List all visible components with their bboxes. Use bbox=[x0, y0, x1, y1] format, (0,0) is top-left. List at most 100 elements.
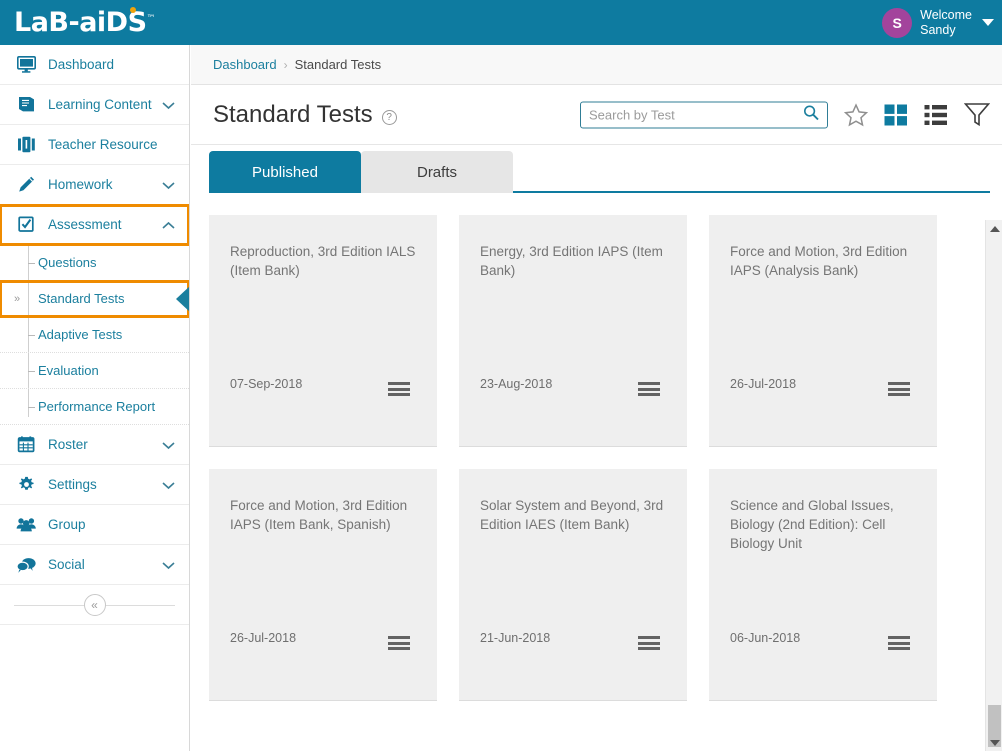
page-title: Standard Tests bbox=[213, 101, 373, 129]
test-card-date: 26-Jul-2018 bbox=[730, 377, 796, 391]
content-scrollbar[interactable] bbox=[985, 220, 1002, 751]
sub-item-label: Adaptive Tests bbox=[38, 327, 122, 342]
search-input[interactable] bbox=[589, 107, 803, 122]
people-icon bbox=[14, 516, 38, 533]
sidebar-item-adaptive-tests[interactable]: Adaptive Tests bbox=[0, 317, 189, 353]
search-box[interactable] bbox=[580, 101, 828, 128]
test-card[interactable]: Force and Motion, 3rd Edition IAPS (Anal… bbox=[709, 215, 937, 447]
tab-bar: Published Drafts bbox=[191, 145, 1002, 193]
test-card-date: 06-Jun-2018 bbox=[730, 631, 800, 645]
sidebar-item-questions[interactable]: Questions bbox=[0, 245, 189, 281]
hamburger-menu-icon[interactable] bbox=[638, 382, 660, 396]
test-card-title: Solar System and Beyond, 3rd Edition IAE… bbox=[480, 496, 669, 534]
checkbox-icon bbox=[14, 216, 38, 233]
sidebar-item-label: Roster bbox=[48, 437, 88, 452]
test-card-title: Force and Motion, 3rd Edition IAPS (Anal… bbox=[730, 242, 919, 280]
chevron-down-icon[interactable] bbox=[162, 477, 175, 492]
sidebar-nav: Dashboard Learning Content Teacher Resou… bbox=[0, 45, 190, 751]
sidebar-item-standard-tests[interactable]: » Standard Tests bbox=[0, 281, 189, 317]
grid-view-icon[interactable] bbox=[884, 103, 908, 126]
sidebar-item-dashboard[interactable]: Dashboard bbox=[0, 45, 189, 85]
tree-branch-icon bbox=[28, 407, 35, 408]
calendar-icon bbox=[14, 436, 38, 453]
chat-icon bbox=[14, 556, 38, 573]
gear-icon bbox=[14, 476, 38, 493]
test-card-grid: Reproduction, 3rd Edition IALS (Item Ban… bbox=[209, 215, 984, 701]
tab-drafts[interactable]: Drafts bbox=[361, 151, 513, 193]
user-name: Sandy bbox=[920, 23, 972, 38]
sidebar-item-learning-content[interactable]: Learning Content bbox=[0, 85, 189, 125]
hamburger-menu-icon[interactable] bbox=[888, 382, 910, 396]
search-icon[interactable] bbox=[803, 104, 819, 125]
tree-branch-icon bbox=[28, 263, 35, 264]
sidebar-item-label: Social bbox=[48, 557, 85, 572]
user-menu[interactable]: S Welcome Sandy bbox=[882, 0, 994, 45]
sidebar-item-settings[interactable]: Settings bbox=[0, 465, 189, 505]
sidebar-item-label: Teacher Resource bbox=[48, 137, 158, 152]
test-card[interactable]: Force and Motion, 3rd Edition IAPS (Item… bbox=[209, 469, 437, 701]
chevron-down-icon[interactable] bbox=[162, 557, 175, 572]
sub-item-label: Evaluation bbox=[38, 363, 99, 378]
sidebar-item-label: Group bbox=[48, 517, 86, 532]
chevron-down-icon[interactable] bbox=[162, 97, 175, 112]
test-card[interactable]: Reproduction, 3rd Edition IALS (Item Ban… bbox=[209, 215, 437, 447]
main-content: Dashboard › Standard Tests Standard Test… bbox=[191, 45, 1002, 751]
sidebar-item-label: Homework bbox=[48, 177, 113, 192]
hamburger-menu-icon[interactable] bbox=[888, 636, 910, 650]
sub-item-label: Questions bbox=[38, 255, 97, 270]
sidebar-item-homework[interactable]: Homework bbox=[0, 165, 189, 205]
sidebar-item-teacher-resource[interactable]: Teacher Resource bbox=[0, 125, 189, 165]
chevron-down-icon[interactable] bbox=[162, 177, 175, 192]
test-card-title: Energy, 3rd Edition IAPS (Item Bank) bbox=[480, 242, 669, 280]
test-card-title: Reproduction, 3rd Edition IALS (Item Ban… bbox=[230, 242, 419, 280]
list-view-icon[interactable] bbox=[924, 103, 948, 126]
sidebar-item-assessment[interactable]: Assessment bbox=[0, 205, 189, 245]
sub-item-label: Standard Tests bbox=[38, 291, 124, 306]
avatar: S bbox=[882, 8, 912, 38]
briefcase-icon bbox=[14, 136, 38, 153]
page-title-row: Standard Tests ? bbox=[191, 85, 1002, 145]
pencil-icon bbox=[14, 176, 38, 193]
test-card[interactable]: Solar System and Beyond, 3rd Edition IAE… bbox=[459, 469, 687, 701]
favorite-star-icon[interactable] bbox=[844, 103, 868, 126]
chevron-up-icon[interactable] bbox=[162, 217, 175, 232]
sidebar-item-label: Assessment bbox=[48, 217, 122, 232]
breadcrumb-separator-icon: › bbox=[284, 58, 288, 72]
test-card-title: Force and Motion, 3rd Edition IAPS (Item… bbox=[230, 496, 419, 534]
help-icon[interactable]: ? bbox=[382, 110, 397, 125]
sidebar-item-evaluation[interactable]: Evaluation bbox=[0, 353, 189, 389]
sub-item-label: Performance Report bbox=[38, 399, 155, 414]
breadcrumb-current: Standard Tests bbox=[295, 57, 381, 72]
test-card[interactable]: Energy, 3rd Edition IAPS (Item Bank) 23-… bbox=[459, 215, 687, 447]
sidebar-collapse-button[interactable]: « bbox=[84, 594, 106, 616]
scroll-down-arrow-icon[interactable] bbox=[986, 734, 1002, 751]
filter-funnel-icon[interactable] bbox=[964, 103, 990, 127]
breadcrumb-dashboard[interactable]: Dashboard bbox=[213, 57, 277, 72]
chevron-down-icon[interactable] bbox=[162, 437, 175, 452]
logo-orange-dot bbox=[130, 7, 136, 13]
sidebar-item-roster[interactable]: Roster bbox=[0, 425, 189, 465]
app-header: LaB-aiDS™ S Welcome Sandy bbox=[0, 0, 1002, 45]
logo-text: LaB-aiDS bbox=[14, 7, 147, 38]
hamburger-menu-icon[interactable] bbox=[388, 636, 410, 650]
hamburger-menu-icon[interactable] bbox=[388, 382, 410, 396]
sidebar-item-label: Settings bbox=[48, 477, 97, 492]
test-card-date: 23-Aug-2018 bbox=[480, 377, 552, 391]
active-item-pointer-icon bbox=[176, 286, 190, 312]
monitor-icon bbox=[14, 56, 38, 73]
tree-branch-icon bbox=[28, 371, 35, 372]
chevron-down-icon[interactable] bbox=[982, 19, 994, 26]
sidebar-collapse-row: « bbox=[0, 585, 189, 625]
hamburger-menu-icon[interactable] bbox=[638, 636, 660, 650]
welcome-label: Welcome bbox=[920, 8, 972, 23]
page-toolbar bbox=[580, 101, 990, 128]
welcome-text: Welcome Sandy bbox=[920, 8, 972, 38]
tab-published[interactable]: Published bbox=[209, 151, 361, 193]
sidebar-item-group[interactable]: Group bbox=[0, 505, 189, 545]
sidebar-item-label: Dashboard bbox=[48, 57, 114, 72]
test-card[interactable]: Science and Global Issues, Biology (2nd … bbox=[709, 469, 937, 701]
test-card-date: 21-Jun-2018 bbox=[480, 631, 550, 645]
sidebar-item-social[interactable]: Social bbox=[0, 545, 189, 585]
sidebar-item-performance-report[interactable]: Performance Report bbox=[0, 389, 189, 425]
scroll-up-arrow-icon[interactable] bbox=[986, 220, 1002, 237]
